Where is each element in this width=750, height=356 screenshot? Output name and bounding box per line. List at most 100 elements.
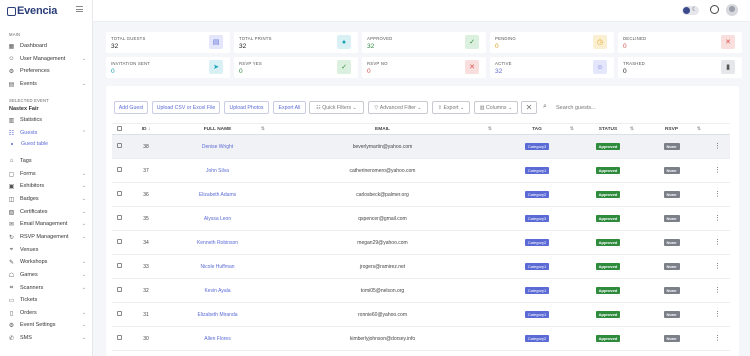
guest-name-link[interactable]: Nicole Huffman [200,264,234,270]
brand-logo[interactable]: Evencia [7,5,57,17]
hamburger-menu-icon[interactable] [76,6,83,12]
row-checkbox-cell[interactable] [112,326,126,351]
sidebar-item-tags[interactable]: ⌂ Tags [8,156,86,166]
select-all-checkbox[interactable] [116,125,122,131]
more-options-icon[interactable]: ⋮ [714,167,721,174]
table-row[interactable]: 36 Elizabeth Adams carlosbeck@palmer.org Ca… [112,182,730,207]
table-row[interactable]: 33 Nicole Huffman jrogers@ramirez.net Categ… [112,254,730,279]
sidebar-item-forms[interactable]: ▢ Forms ⌄ [8,169,86,179]
cell-actions[interactable]: ⋮ [705,158,730,183]
cell-actions[interactable]: ⋮ [705,206,730,231]
export-all-button[interactable]: Export All [273,101,306,114]
more-options-icon[interactable]: ⋮ [714,335,721,342]
row-checkbox-cell[interactable] [112,158,126,183]
quick-filters-button[interactable]: ☷ Quick Filters ⌄ [309,101,364,114]
row-checkbox-cell[interactable] [112,182,126,207]
table-row[interactable]: 38 Denise Wright beverlymartin@yahoo.com Ca… [112,134,730,159]
guest-name-link[interactable]: Kevin Ayala [204,288,230,294]
cell-actions[interactable]: ⋮ [705,134,730,159]
row-checkbox-cell[interactable] [112,134,126,159]
cell-actions[interactable]: ⋮ [705,302,730,327]
more-options-icon[interactable]: ⋮ [714,215,721,222]
cell-actions[interactable]: ⋮ [705,230,730,255]
more-options-icon[interactable]: ⋮ [714,311,721,318]
cell-actions[interactable]: ⋮ [705,326,730,351]
cell-full-name[interactable]: John Silva [166,158,269,183]
col-tag[interactable]: Tag ⇅ [496,123,578,135]
row-checkbox[interactable] [116,191,122,196]
sidebar-item-venues[interactable]: ⌖ Venues [8,245,86,255]
row-checkbox[interactable] [116,287,122,292]
advanced-filter-button[interactable]: ▽ Advanced Filter ⌄ [368,101,428,114]
guest-name-link[interactable]: Elizabeth Adams [199,192,236,198]
row-checkbox[interactable] [116,263,122,268]
add-guest-button[interactable]: Add Guest [114,101,148,114]
row-checkbox[interactable] [116,167,122,172]
row-checkbox-cell[interactable] [112,278,126,303]
guest-name-link[interactable]: Denise Wright [202,144,233,150]
sidebar-item-event-settings[interactable]: ⚙ Event Settings ⌄ [8,320,86,330]
row-checkbox[interactable] [116,143,122,148]
guest-name-link[interactable]: Elizabeth Miranda [197,312,237,318]
row-checkbox[interactable] [116,311,122,316]
row-checkbox-cell[interactable] [112,254,126,279]
guest-name-link[interactable]: John Silva [206,168,229,174]
sidebar-item-dashboard[interactable]: ▦ Dashboard [8,41,86,51]
more-options-icon[interactable]: ⋮ [714,263,721,270]
row-checkbox[interactable] [116,239,122,244]
guest-name-link[interactable]: Alyssa Leon [204,216,231,222]
table-row[interactable]: 34 Kenneth Robinson megan29@yahoo.com Categ… [112,230,730,255]
cell-full-name[interactable]: Denise Wright [166,134,269,159]
columns-button[interactable]: ▥ Columns ⌄ [474,101,518,114]
upload-photos-button[interactable]: Upload Photos [224,101,269,114]
sidebar-item-preferences[interactable]: ⚙ Preferences [8,66,86,76]
sidebar-item-badges[interactable]: ◫ Badges ⌄ [8,194,86,204]
table-row[interactable]: 31 Elizabeth Miranda ronnie60@yahoo.com Cat… [112,302,730,327]
sidebar-item-statistics[interactable]: ▥ Statistics [8,115,86,125]
col-full-name[interactable]: Full Name ⇅ [166,123,269,135]
more-options-icon[interactable]: ⋮ [714,191,721,198]
clear-filters-button[interactable]: ✕ [521,101,537,114]
table-row[interactable]: 37 John Silva catherineromero@yahoo.com Cat… [112,158,730,183]
search-input[interactable] [556,102,676,113]
cell-full-name[interactable]: Alyssa Leon [166,206,269,231]
chat-icon[interactable] [710,5,719,14]
table-row[interactable]: 32 Kevin Ayala tomi05@nelson.org Category1 A… [112,278,730,303]
cell-full-name[interactable]: Nicole Huffman [166,254,269,279]
sidebar-item-exhibitors[interactable]: ▣ Exhibitors ⌄ [8,181,86,191]
sidebar-item-certificates[interactable]: ▧ Certificates ⌄ [8,207,86,217]
cell-actions[interactable]: ⋮ [705,182,730,207]
cell-full-name[interactable]: Elizabeth Adams [166,182,269,207]
avatar[interactable] [726,4,738,16]
select-all-checkbox-cell[interactable] [112,123,126,135]
row-checkbox[interactable] [116,335,122,340]
guest-name-link[interactable]: Kenneth Robinson [197,240,238,246]
cell-actions[interactable]: ⋮ [705,254,730,279]
cell-full-name[interactable]: Kevin Ayala [166,278,269,303]
more-options-icon[interactable]: ⋮ [714,287,721,294]
table-row[interactable]: 35 Alyssa Leon qspencer@gmail.com Category3… [112,206,730,231]
more-options-icon[interactable]: ⋮ [714,143,721,150]
row-checkbox-cell[interactable] [112,230,126,255]
col-email[interactable]: Email ⇅ [269,123,496,135]
sidebar-item-scanners[interactable]: ⌗ Scanners ⌄ [8,283,86,293]
sidebar-item-user-management[interactable]: ☺ User Management ⌄ [8,54,86,64]
sidebar-item-tickets[interactable]: ▭ Tickets [8,295,86,305]
col-id[interactable]: ID ↓ [126,123,166,135]
sidebar-subitem-guest-table[interactable]: Guest table [11,141,48,147]
guest-name-link[interactable]: Allen Flores [204,336,230,342]
sidebar-item-email-management[interactable]: ✉ Email Management ⌄ [8,219,86,229]
row-checkbox[interactable] [116,215,122,220]
sidebar-item-workshops[interactable]: ✎ Workshops ⌄ [8,257,86,267]
col-rsvp[interactable]: RSVP ⇅ [638,123,705,135]
sidebar-item-orders[interactable]: ▯ Orders ⌄ [8,308,86,318]
more-options-icon[interactable]: ⋮ [714,239,721,246]
cell-actions[interactable]: ⋮ [705,278,730,303]
cell-full-name[interactable]: Kenneth Robinson [166,230,269,255]
theme-toggle[interactable]: ☾ [682,6,699,15]
sidebar-item-games[interactable]: ☖ Games ⌄ [8,270,86,280]
export-button[interactable]: ⇪ Export ⌄ [432,101,470,114]
sidebar-item-rsvp-management[interactable]: ↻ RSVP Management ⌄ [8,232,86,242]
upload-file-button[interactable]: Upload CSV or Excel File [152,101,220,114]
col-status[interactable]: Status ⇅ [578,123,638,135]
